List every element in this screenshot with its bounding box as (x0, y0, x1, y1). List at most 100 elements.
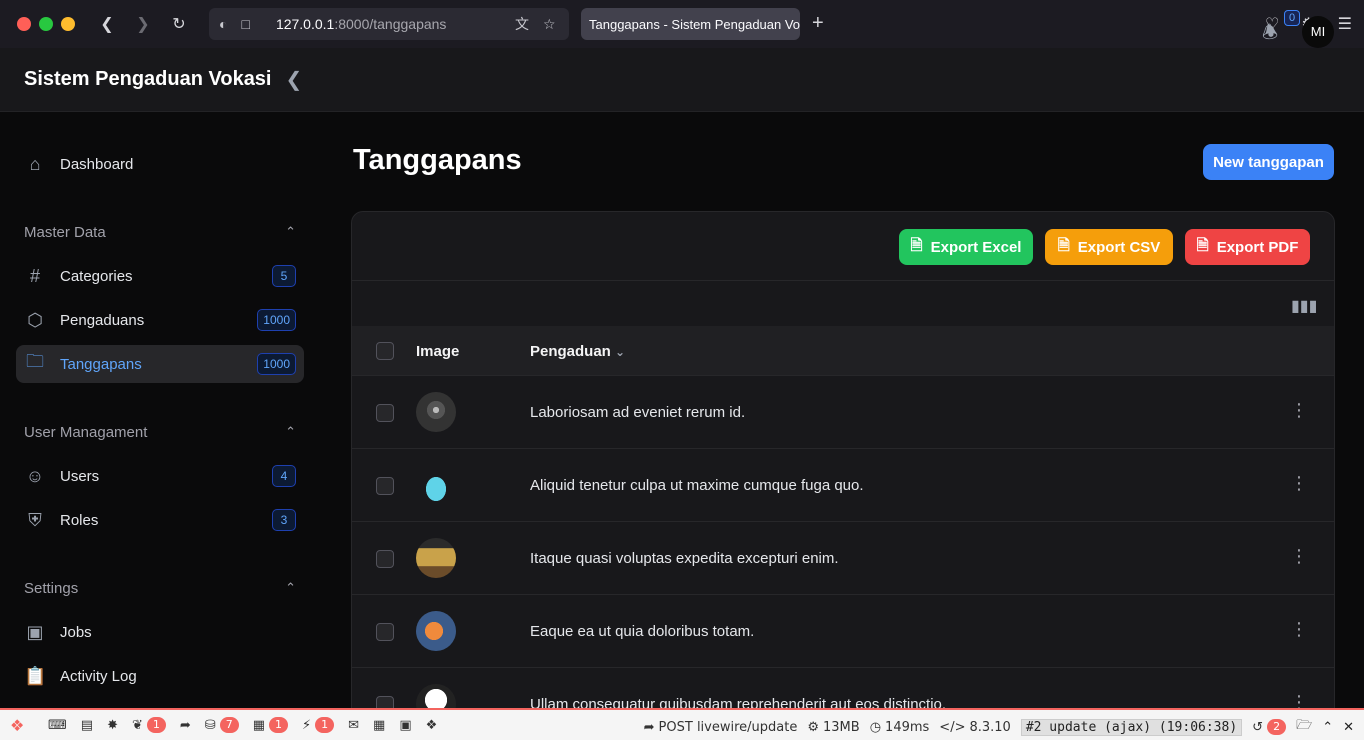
reload-icon[interactable]: ↻ (161, 14, 197, 34)
sidebar-item-label: Activity Log (60, 667, 137, 685)
maximize-window-button[interactable] (39, 17, 53, 31)
database-icon: ⛁ (204, 717, 216, 733)
chevron-down-icon[interactable]: ⌄ (615, 345, 625, 359)
row-actions-icon[interactable]: ⋮ (1290, 400, 1308, 421)
sidebar-item-label: Tanggapans (60, 355, 142, 373)
new-tab-icon[interactable]: + (812, 12, 824, 35)
request-select[interactable]: #2 update (ajax) (19:06:38) (1020, 718, 1243, 736)
minimize-window-button[interactable] (61, 17, 75, 31)
tags-tab[interactable]: ❖ (426, 718, 438, 733)
sidebar-group-master-data[interactable]: Master Data ⌃ (24, 224, 296, 241)
button-label: Export CSV (1077, 238, 1161, 256)
laravel-logo-icon[interactable]: ❖ (10, 716, 34, 735)
timeline-tab[interactable]: ▤ (81, 718, 93, 733)
history-tab[interactable]: ↺ 2 (1252, 719, 1287, 735)
select-all-checkbox[interactable] (376, 342, 394, 360)
new-tanggapan-button[interactable]: New tanggapan (1203, 144, 1334, 180)
keyboard-icon: ⌨ (48, 717, 67, 733)
bug-icon: ✸ (107, 717, 118, 733)
browser-tab[interactable]: Tanggapans - Sistem Pengaduan Vokasi (581, 8, 800, 40)
translate-icon[interactable]: 文 (515, 14, 529, 34)
sidebar-item-label: Categories (60, 267, 133, 285)
close-window-button[interactable] (17, 17, 31, 31)
session-tab[interactable]: ▣ (399, 718, 411, 733)
folder-icon: 🗀 (26, 351, 44, 371)
livewire-tab[interactable]: ❦ 1 (132, 717, 166, 733)
back-icon[interactable]: ❮ (89, 14, 125, 34)
chevron-up-icon[interactable]: ⌃ (285, 224, 296, 241)
sidebar-item-label: Roles (60, 511, 99, 529)
row-checkbox[interactable] (376, 477, 394, 495)
table-icon: ▦ (373, 717, 386, 733)
brand-title[interactable]: Sistem Pengaduan Vokasi (24, 68, 272, 91)
close-icon[interactable]: ✕ (1343, 720, 1354, 735)
models-tab[interactable]: ▦ 1 (253, 717, 288, 733)
shield-icon[interactable]: ◐ (219, 16, 227, 32)
window-controls (17, 17, 75, 31)
queries-tab[interactable]: ⛁ 7 (205, 717, 239, 733)
export-excel-button[interactable]: 🗎 Export Excel (899, 229, 1033, 265)
sidebar-item-roles[interactable]: ⛨ Roles 3 (16, 501, 304, 539)
bell-icon[interactable]: 🕭 (1262, 20, 1278, 50)
sidebar-item-jobs[interactable]: ▣ Jobs (16, 613, 304, 651)
sidebar-group-label: Master Data (24, 224, 106, 241)
row-checkbox[interactable] (376, 550, 394, 568)
sidebar-item-activity-log[interactable]: 📋 Activity Log (16, 657, 304, 695)
table-row[interactable]: Itaque quasi voluptas expedita excepturi… (352, 522, 1334, 595)
sidebar-item-categories[interactable]: # Categories 5 (16, 257, 304, 295)
table-row[interactable]: Laboriosam ad eveniet rerum id. ⋮ (352, 376, 1334, 449)
table-row[interactable]: Eaque ea ut quia doloribus totam. ⋮ (352, 595, 1334, 668)
columns-toggle-icon[interactable]: ▮▮▮ (1291, 296, 1317, 316)
sidebar-item-users[interactable]: ☺ Users 4 (16, 457, 304, 495)
sidebar-group-user-management[interactable]: User Managament ⌃ (24, 424, 296, 441)
exceptions-tab[interactable]: ✸ (107, 718, 118, 733)
home-icon: ⌂ (29, 153, 41, 174)
export-pdf-button[interactable]: 🗎 Export PDF (1185, 229, 1310, 265)
php-version[interactable]: </> 8.3.10 (939, 720, 1011, 735)
sidebar-group-settings[interactable]: Settings ⌃ (24, 580, 296, 597)
bolt-icon: ⚡ (301, 717, 312, 733)
export-csv-button[interactable]: 🗎 Export CSV (1045, 229, 1173, 265)
count-badge: 4 (272, 465, 296, 487)
sidebar-item-dashboard[interactable]: ⌂ Dashboard (16, 145, 304, 183)
share-icon: ➦ (643, 719, 655, 735)
address-bar[interactable]: ◐ □ 127.0.0.1:8000/tanggapans 文 ☆ (209, 8, 569, 40)
forward-icon[interactable]: ❯ (125, 14, 161, 34)
chevron-up-icon[interactable]: ⌃ (285, 424, 296, 441)
row-actions-icon[interactable]: ⋮ (1290, 546, 1308, 567)
shield-check-icon: ⛨ (28, 509, 42, 530)
leaf-icon: ❦ (131, 717, 143, 733)
route-tab[interactable]: ➦ (180, 718, 191, 733)
clock-icon: ◷ (869, 719, 882, 735)
notification-badge: 0 (1284, 10, 1300, 26)
table-row[interactable]: Aliquid tenetur culpa ut maxime cumque f… (352, 449, 1334, 522)
mail-tab[interactable]: ✉ (348, 718, 359, 733)
bookmark-star-icon[interactable]: ☆ (543, 16, 556, 33)
row-pengaduan: Aliquid tenetur culpa ut maxime cumque f… (530, 477, 864, 494)
column-header-image: Image (416, 343, 460, 360)
row-checkbox[interactable] (376, 623, 394, 641)
open-folder-icon[interactable]: 🗁 (1296, 716, 1312, 738)
archive-icon: ▣ (399, 717, 412, 733)
events-tab[interactable]: ⚡ 1 (301, 717, 335, 733)
button-label: Export Excel (930, 238, 1022, 256)
request-time[interactable]: ◷ 149ms (870, 720, 930, 735)
collapse-sidebar-icon[interactable]: ❮ (286, 67, 303, 92)
row-actions-icon[interactable]: ⋮ (1290, 619, 1308, 640)
menu-icon[interactable]: ☰ (1338, 14, 1352, 34)
sidebar-item-pengaduans[interactable]: ⬡ Pengaduans 1000 (16, 301, 304, 339)
table-row[interactable]: Ullam consequatur quibusdam reprehenderi… (352, 668, 1334, 710)
chevron-up-icon[interactable]: ⌃ (1322, 720, 1333, 735)
column-header-pengaduan[interactable]: Pengaduan ⌄ (530, 343, 625, 360)
row-checkbox[interactable] (376, 404, 394, 422)
column-header-label: Pengaduan (530, 343, 611, 360)
request-route[interactable]: ➦ POST livewire/update (644, 720, 798, 735)
memory-usage[interactable]: ⚙ 13MB (807, 720, 859, 735)
avatar[interactable]: MI (1302, 16, 1334, 48)
code-icon: </> (939, 719, 966, 735)
sidebar-item-tanggapans[interactable]: 🗀 Tanggapans 1000 (16, 345, 304, 383)
row-actions-icon[interactable]: ⋮ (1290, 473, 1308, 494)
messages-tab[interactable]: ⌨ (48, 718, 67, 733)
views-tab[interactable]: ▦ (373, 718, 385, 733)
chevron-up-icon[interactable]: ⌃ (285, 580, 296, 597)
